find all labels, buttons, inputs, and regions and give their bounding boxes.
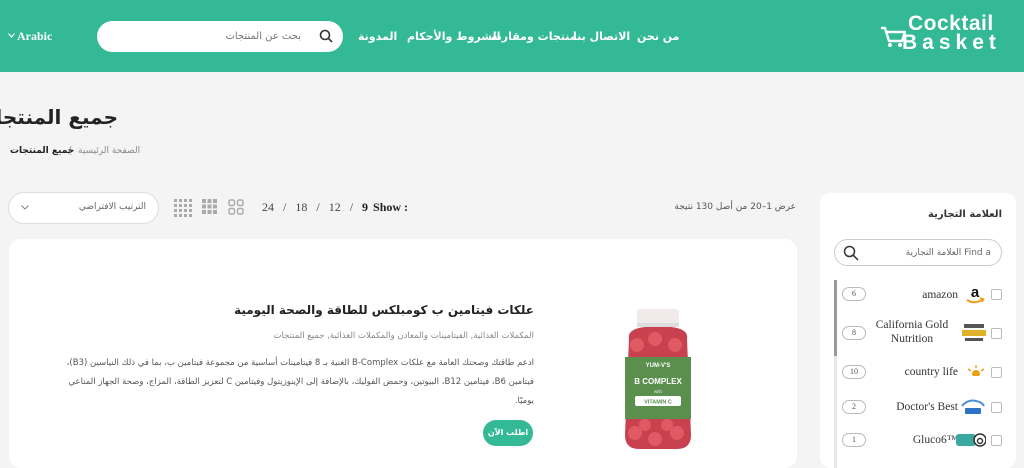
brand-count: 2 xyxy=(842,400,866,414)
brand-name: amazon xyxy=(922,289,958,301)
product-image[interactable]: YUM-V'S B COMPLEX with VITAMIN C xyxy=(615,305,701,451)
nav-products[interactable]: منتجات ومقارنة xyxy=(491,30,577,43)
brand-checkbox[interactable] xyxy=(991,289,1002,300)
doctors-best-logo-icon xyxy=(961,399,985,414)
show-option-12[interactable]: 12 xyxy=(329,200,341,214)
header-search[interactable] xyxy=(97,21,343,52)
breadcrumb-current: جميع المنتجات xyxy=(10,146,75,156)
search-input[interactable] xyxy=(111,26,301,46)
show-label: Show : xyxy=(373,200,409,214)
brand-count: 1 xyxy=(842,433,866,447)
chevron-down-icon xyxy=(21,205,29,210)
brand-search[interactable] xyxy=(834,239,1002,266)
brand-count: 8 xyxy=(842,326,866,340)
scrollbar-thumb[interactable] xyxy=(834,280,837,356)
brand-item-california-gold[interactable]: 8 California Gold Nutrition xyxy=(842,317,1002,349)
brand-filter-title: العلامة التجارية xyxy=(928,209,1002,220)
order-now-button[interactable]: اطلب الآن xyxy=(483,420,533,446)
brand-name: California Gold Nutrition xyxy=(875,319,949,345)
brand-checkbox[interactable] xyxy=(991,402,1002,413)
nav-contact[interactable]: الاتصال بنا xyxy=(573,30,630,43)
site-header: Cocktail Basket من نحن الاتصال بنا منتجا… xyxy=(0,0,1024,72)
logo-text-bottom: Basket xyxy=(902,31,1001,54)
brand-item-country-life[interactable]: 10 country life xyxy=(842,358,1002,388)
search-icon xyxy=(843,245,859,261)
product-title[interactable]: علكات فيتامين ب كومبلكس للطاقة والصحة ال… xyxy=(234,303,534,317)
product-categories[interactable]: المكملات الغذائية, الفيتامينات والمعادن … xyxy=(273,331,534,341)
brand-search-input[interactable] xyxy=(865,244,991,262)
california-gold-logo-icon xyxy=(962,324,986,341)
product-image-sub: VITAMIN C xyxy=(644,400,672,406)
brand-item-amazon[interactable]: 6 amazon a xyxy=(842,280,1002,310)
product-image-with: with xyxy=(654,389,662,394)
nav-about[interactable]: من نحن xyxy=(637,30,680,43)
nav-terms[interactable]: الشروط والأحكام xyxy=(407,30,500,43)
scrollbar[interactable] xyxy=(834,280,837,468)
show-option-24[interactable]: 24 xyxy=(262,200,274,214)
country-life-logo-icon xyxy=(966,365,986,379)
brand-name: Doctor's Best xyxy=(896,401,958,413)
nav-blog[interactable]: المدونة xyxy=(358,30,397,43)
sort-label: الترتيب الافتراضي xyxy=(78,202,146,212)
brand-filter-panel: العلامة التجارية 6 amazon a 8 California… xyxy=(820,193,1016,468)
show-per-page: 24 / 18 / 12 / 9 Show : xyxy=(262,200,408,215)
brand-item-gluco6[interactable]: 1 Gluco6™ xyxy=(842,426,1002,456)
grid-2-icon[interactable] xyxy=(228,199,244,215)
gluco6-logo-icon xyxy=(956,433,986,447)
show-separator: / xyxy=(349,200,354,214)
sort-select[interactable]: الترتيب الافتراضي xyxy=(8,192,159,224)
breadcrumb-home[interactable]: الصفحة الرئيسية xyxy=(78,146,140,156)
search-icon[interactable] xyxy=(319,29,333,43)
site-logo[interactable]: Cocktail Basket xyxy=(880,12,1010,56)
language-selector[interactable]: Arabic xyxy=(17,29,52,44)
grid-4-icon[interactable] xyxy=(174,199,192,217)
brand-count: 10 xyxy=(842,365,866,379)
chevron-down-icon[interactable] xyxy=(8,33,15,38)
brand-checkbox[interactable] xyxy=(991,435,1002,446)
show-separator: / xyxy=(316,200,320,214)
product-description: ادعم طاقتك وصحتك العامة مع علكات B-Compl… xyxy=(66,358,534,406)
brand-checkbox[interactable] xyxy=(991,328,1002,339)
show-option-9[interactable]: 9 xyxy=(362,200,368,214)
brand-name: Gluco6™ xyxy=(912,434,958,446)
brand-name: country life xyxy=(904,366,958,378)
brand-item-doctors-best[interactable]: 2 Doctor's Best xyxy=(842,393,1002,423)
amazon-logo-icon: a xyxy=(966,284,985,304)
brand-checkbox[interactable] xyxy=(991,367,1002,378)
page-title: جميع المنتجات xyxy=(0,105,118,129)
show-separator: / xyxy=(283,200,287,214)
brand-count: 6 xyxy=(842,287,866,301)
product-card: علكات فيتامين ب كومبلكس للطاقة والصحة ال… xyxy=(9,239,797,468)
show-option-18[interactable]: 18 xyxy=(295,200,307,214)
product-image-name: B COMPLEX xyxy=(634,377,682,386)
grid-3-icon[interactable] xyxy=(202,199,217,214)
product-image-brand: YUM-V'S xyxy=(646,363,671,369)
svg-text:a: a xyxy=(971,284,980,301)
result-count: عرض 1–20 من أصل 130 نتيجة xyxy=(674,202,796,212)
